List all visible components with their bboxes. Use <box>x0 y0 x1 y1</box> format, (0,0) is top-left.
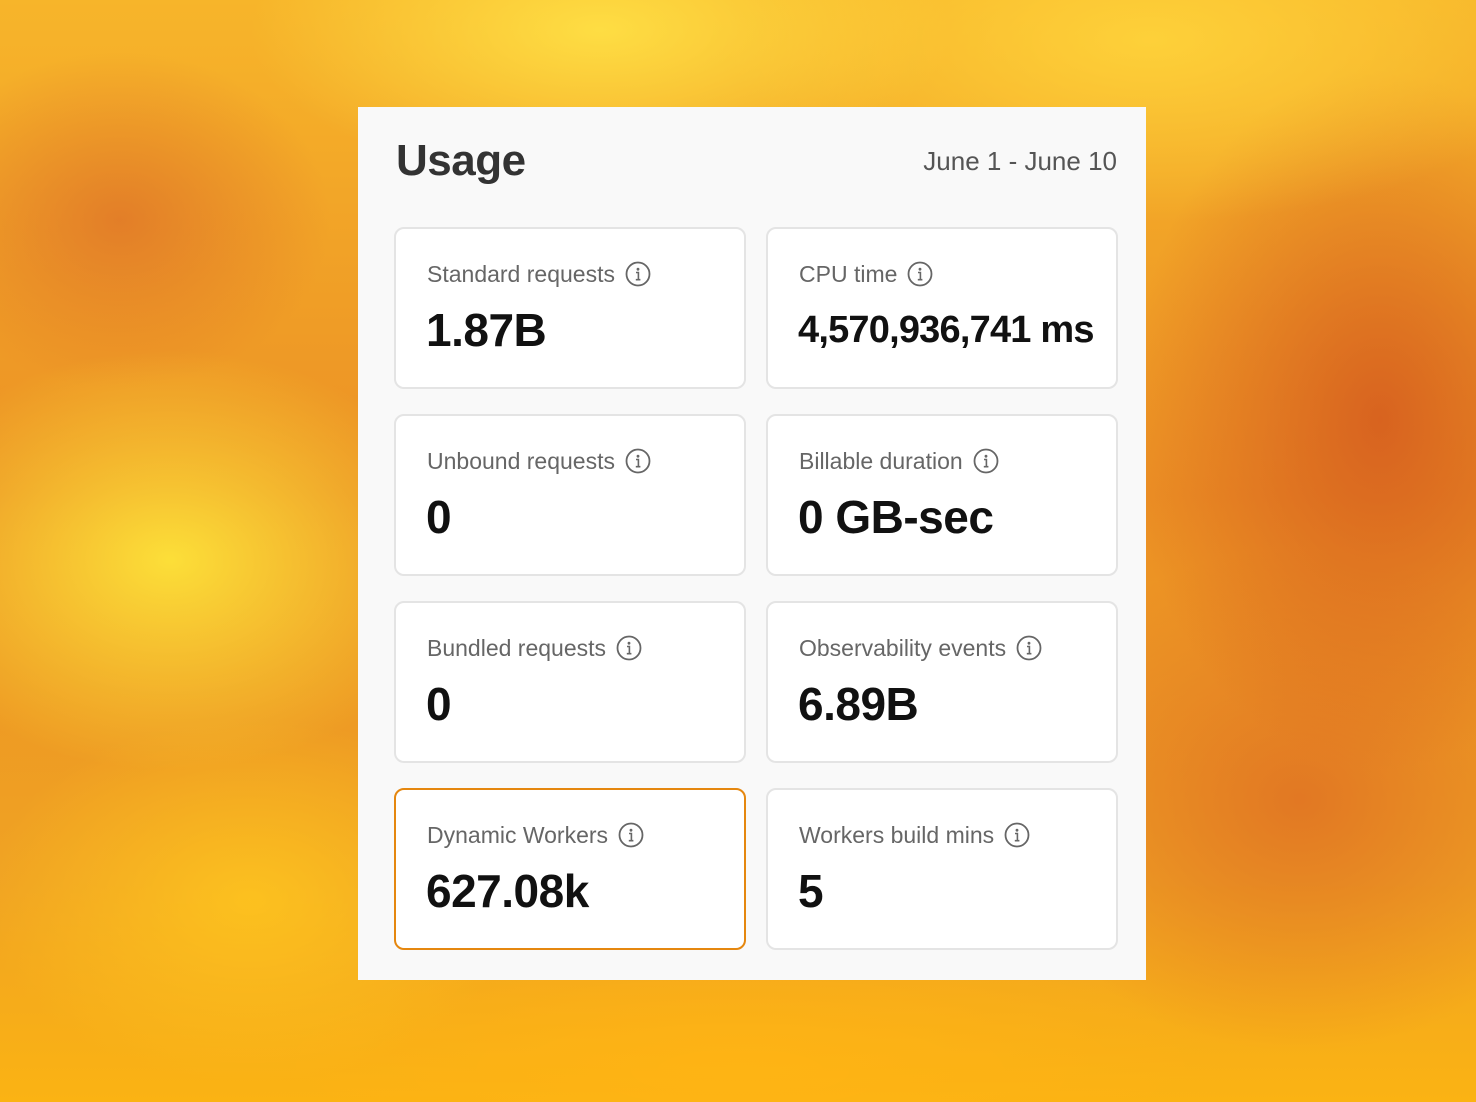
metric-value: 0 <box>426 491 452 543</box>
metric-tile-workers-build-mins[interactable]: Workers build mins 5 <box>766 788 1118 950</box>
usage-card: Usage June 1 - June 10 Standard requests… <box>358 107 1146 980</box>
metric-label: CPU time <box>799 261 898 287</box>
metric-tile-dynamic-workers[interactable]: Dynamic Workers 627.08k <box>394 788 746 950</box>
info-icon[interactable] <box>1004 822 1030 848</box>
metric-value: 1.87B <box>426 304 547 356</box>
metric-label: Dynamic Workers <box>427 822 609 848</box>
info-icon[interactable] <box>907 261 933 287</box>
metric-tile-billable-duration[interactable]: Billable duration 0 GB-sec <box>766 414 1118 576</box>
info-icon[interactable] <box>973 448 999 474</box>
metric-label: Bundled requests <box>427 635 607 661</box>
metric-value: 0 GB-sec <box>798 491 994 543</box>
metric-value: 627.08k <box>426 865 589 917</box>
info-icon[interactable] <box>1016 635 1042 661</box>
usage-title: Usage <box>396 136 526 185</box>
info-icon[interactable] <box>618 822 644 848</box>
metrics-grid: Standard requests 1.87B CPU time 4,570,9… <box>394 227 1118 950</box>
metric-value: 0 <box>426 678 452 730</box>
metric-value: 4,570,936,741 ms <box>798 309 1095 351</box>
info-icon[interactable] <box>616 635 642 661</box>
metric-label: Workers build mins <box>799 822 995 848</box>
metric-label: Standard requests <box>427 261 615 287</box>
metric-tile-unbound-requests[interactable]: Unbound requests 0 <box>394 414 746 576</box>
metric-label: Unbound requests <box>427 448 615 474</box>
date-range[interactable]: June 1 - June 10 <box>923 145 1117 177</box>
info-icon[interactable] <box>625 448 651 474</box>
metric-tile-standard-requests[interactable]: Standard requests 1.87B <box>394 227 746 389</box>
metric-tile-cpu-time[interactable]: CPU time 4,570,936,741 ms <box>766 227 1118 389</box>
metric-value: 6.89B <box>798 678 919 730</box>
metric-label: Billable duration <box>799 448 963 474</box>
info-icon[interactable] <box>625 261 651 287</box>
metric-label: Observability events <box>799 635 1007 661</box>
metric-value: 5 <box>798 865 824 917</box>
metric-tile-bundled-requests[interactable]: Bundled requests 0 <box>394 601 746 763</box>
metric-tile-observability-events[interactable]: Observability events 6.89B <box>766 601 1118 763</box>
